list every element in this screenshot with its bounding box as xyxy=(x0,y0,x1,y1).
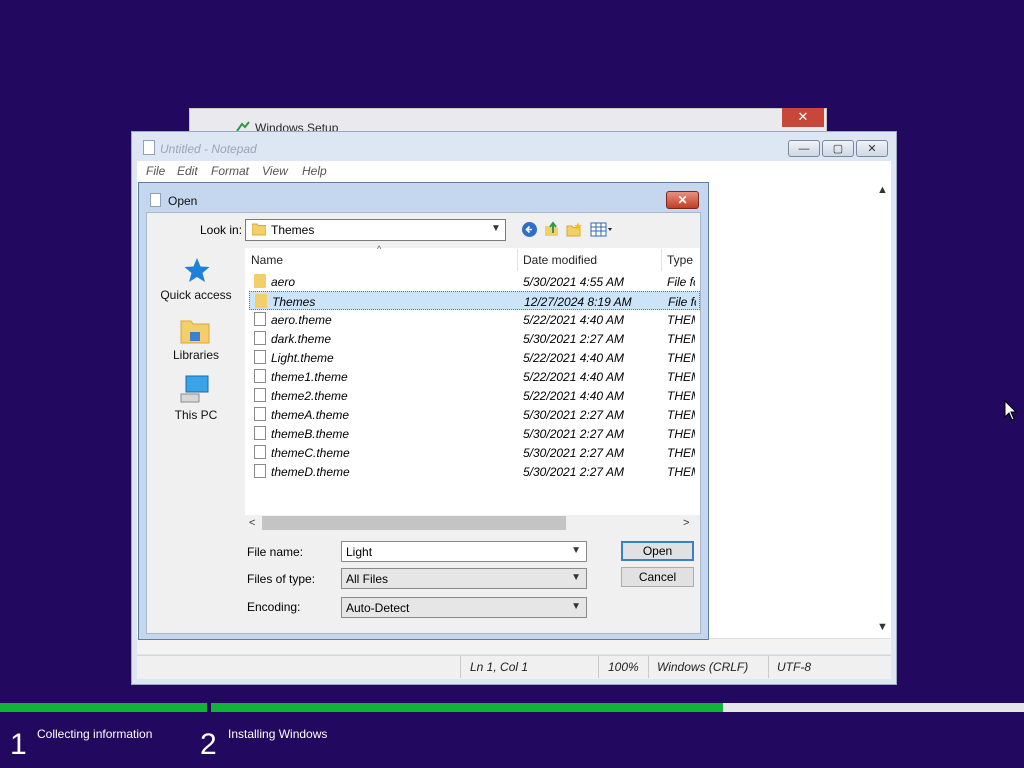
open-button[interactable]: Open xyxy=(621,541,694,561)
cancel-button[interactable]: Cancel xyxy=(621,567,694,587)
file-row[interactable]: theme2.theme 5/22/2021 4:40 AM THEME xyxy=(249,386,700,405)
file-type-dropdown[interactable]: All Files ▼ xyxy=(341,568,587,589)
scroll-left-icon[interactable]: < xyxy=(249,517,255,529)
file-icon xyxy=(254,350,266,364)
file-icon xyxy=(254,312,266,326)
file-row[interactable]: themeC.theme 5/30/2021 2:27 AM THEME xyxy=(249,443,700,462)
notepad-title: Untitled - Notepad xyxy=(160,142,257,156)
file-row[interactable]: dark.theme 5/30/2021 2:27 AM THEME xyxy=(249,329,700,348)
folder-icon xyxy=(252,223,266,236)
quick-access-star-icon[interactable] xyxy=(183,256,211,284)
file-row[interactable]: Light.theme 5/22/2021 4:40 AM THEME xyxy=(249,348,700,367)
encoding-dropdown[interactable]: Auto-Detect ▼ xyxy=(341,597,587,618)
step2-number: 2 xyxy=(200,728,217,761)
look-in-label: Look in: xyxy=(200,223,243,237)
maximize-icon: ▢ xyxy=(832,143,844,155)
status-divider xyxy=(598,656,599,678)
status-line-ending: Windows (CRLF) xyxy=(657,660,749,674)
menu-file[interactable]: File xyxy=(146,164,165,178)
encoding-label: Encoding: xyxy=(247,600,301,614)
chevron-down-icon[interactable]: ▼ xyxy=(491,223,501,234)
chevron-down-icon[interactable]: ▼ xyxy=(571,572,581,583)
close-icon: ✕ xyxy=(867,143,877,155)
file-row[interactable]: themeB.theme 5/30/2021 2:27 AM THEME xyxy=(249,424,700,443)
look-in-value: Themes xyxy=(271,223,315,237)
place-quick-access[interactable]: Quick access xyxy=(160,288,232,302)
new-folder-icon[interactable] xyxy=(566,221,583,238)
file-row[interactable]: aero 5/30/2021 4:55 AM File folder xyxy=(249,272,700,291)
this-pc-icon[interactable] xyxy=(180,374,212,404)
scrollbar-thumb[interactable] xyxy=(262,516,566,530)
notepad-app-icon xyxy=(143,140,155,155)
chevron-down-icon[interactable]: ▼ xyxy=(571,601,581,612)
vertical-scrollbar[interactable]: ▲ ▼ xyxy=(874,181,891,638)
column-divider[interactable] xyxy=(517,249,518,271)
maximize-button[interactable]: ▢ xyxy=(822,140,854,157)
status-divider xyxy=(460,656,461,678)
scroll-down-icon[interactable]: ▼ xyxy=(877,621,888,633)
back-icon[interactable] xyxy=(521,221,538,238)
file-icon xyxy=(254,445,266,459)
mouse-cursor-icon xyxy=(1004,400,1018,421)
file-icon xyxy=(254,331,266,345)
file-icon xyxy=(254,369,266,383)
menu-edit[interactable]: Edit xyxy=(177,164,198,178)
file-icon xyxy=(254,388,266,402)
file-row[interactable]: aero.theme 5/22/2021 4:40 AM THEME xyxy=(249,310,700,329)
dialog-title: Open xyxy=(168,194,198,208)
file-icon xyxy=(254,464,266,478)
sort-ascending-icon: ^ xyxy=(377,244,382,254)
file-name-input[interactable]: Light ▼ xyxy=(341,541,587,562)
column-header-name[interactable]: Name xyxy=(251,253,283,267)
menu-format[interactable]: Format xyxy=(211,164,249,178)
step2-label: Installing Windows xyxy=(228,727,328,741)
file-row[interactable]: themeD.theme 5/30/2021 2:27 AM THEME xyxy=(249,462,700,481)
status-divider xyxy=(768,656,769,678)
menu-view[interactable]: View xyxy=(262,164,288,178)
up-folder-icon[interactable] xyxy=(543,221,560,238)
status-zoom: 100% xyxy=(608,660,639,674)
file-type-label: Files of type: xyxy=(247,572,316,586)
status-position: Ln 1, Col 1 xyxy=(470,660,529,674)
menu-bar xyxy=(137,161,891,181)
column-divider[interactable] xyxy=(661,249,662,271)
minimize-icon: — xyxy=(798,142,810,155)
column-header-date[interactable]: Date modified xyxy=(523,253,597,267)
horizontal-scrollbar[interactable] xyxy=(137,638,891,654)
step1-number: 1 xyxy=(10,728,27,761)
dialog-icon xyxy=(150,193,161,207)
scroll-up-icon[interactable]: ▲ xyxy=(877,184,888,196)
folder-icon xyxy=(254,274,266,288)
view-menu-icon[interactable] xyxy=(590,221,616,238)
status-divider xyxy=(648,656,649,678)
chevron-down-icon[interactable]: ▼ xyxy=(571,545,581,556)
file-row[interactable]: theme1.theme 5/22/2021 4:40 AM THEME xyxy=(249,367,700,386)
libraries-icon[interactable] xyxy=(180,315,210,345)
file-row[interactable]: themeA.theme 5/30/2021 2:27 AM THEME xyxy=(249,405,700,424)
status-encoding: UTF-8 xyxy=(777,660,811,674)
file-icon xyxy=(254,426,266,440)
notepad-close-button[interactable]: ✕ xyxy=(856,140,888,157)
setup-close-button[interactable]: ✕ xyxy=(782,108,824,127)
step1-progress-bar xyxy=(0,703,207,712)
minimize-button[interactable]: — xyxy=(788,140,820,157)
place-this-pc[interactable]: This PC xyxy=(160,408,232,422)
file-name-label: File name: xyxy=(247,545,304,559)
scroll-right-icon[interactable]: > xyxy=(683,517,689,529)
step2-progress-fill xyxy=(211,703,724,712)
place-libraries[interactable]: Libraries xyxy=(160,348,232,362)
column-header-type[interactable]: Type xyxy=(667,253,693,267)
step1-label: Collecting information xyxy=(37,727,153,741)
dialog-close-button[interactable]: ✕ xyxy=(666,191,699,209)
file-row-selected[interactable]: Themes 12/27/2024 8:19 AM File folder xyxy=(249,291,700,310)
menu-help[interactable]: Help xyxy=(302,164,327,178)
file-icon xyxy=(254,407,266,421)
folder-icon xyxy=(255,294,267,308)
